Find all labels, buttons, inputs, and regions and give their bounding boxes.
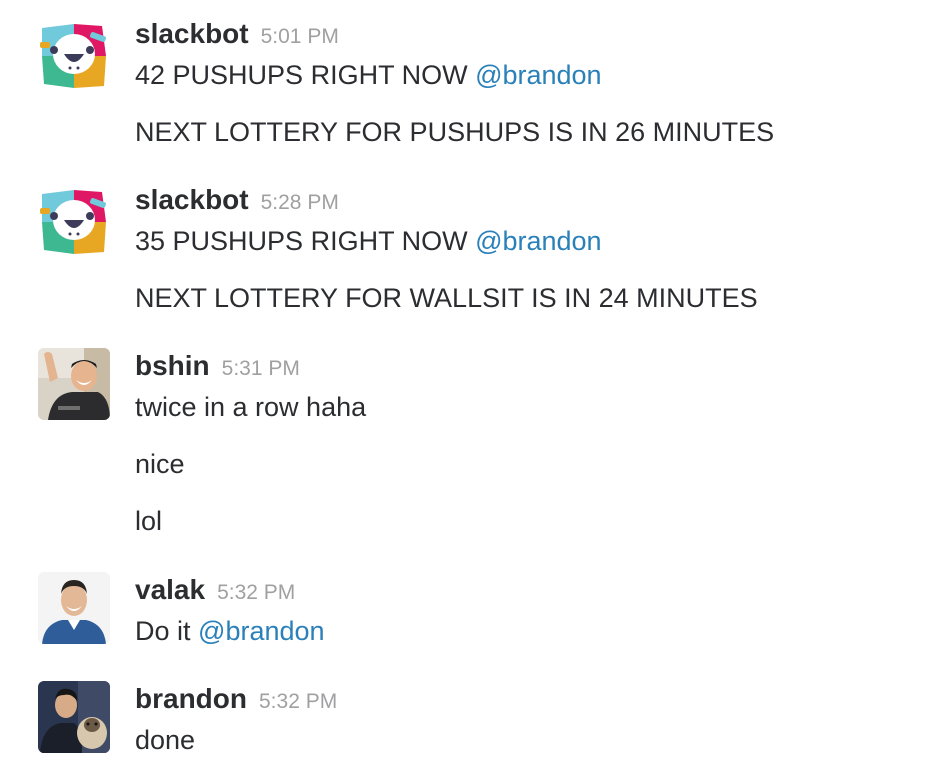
message-text: done — [135, 725, 195, 756]
slackbot-icon — [38, 20, 110, 92]
message-text: nice — [135, 449, 185, 480]
user-photo-icon — [38, 681, 110, 753]
message-text: NEXT LOTTERY FOR PUSHUPS IS IN 26 MINUTE… — [135, 117, 774, 148]
user-mention-link[interactable]: @brandon — [475, 60, 602, 90]
slackbot-avatar[interactable] — [38, 20, 110, 92]
user-mention-link[interactable]: @brandon — [475, 226, 602, 256]
sender-name[interactable]: slackbot — [135, 18, 249, 49]
message-timestamp[interactable]: 5:32 PM — [217, 581, 295, 604]
message-timestamp[interactable]: 5:32 PM — [259, 690, 337, 713]
message-group: bshin 5:31 PM twice in a row haha nice lo… — [0, 348, 932, 545]
message-group: valak 5:32 PM Do it @brandon — [0, 572, 932, 654]
brandon-avatar[interactable] — [38, 681, 110, 753]
message-group: slackbot 5:28 PM 35 PUSHUPS RIGHT NOW @br… — [0, 184, 932, 324]
message-timestamp[interactable]: 5:31 PM — [222, 357, 300, 380]
bshin-avatar[interactable] — [38, 348, 110, 420]
message-body: lol — [135, 506, 163, 536]
message-text: Do it @brandon — [135, 616, 325, 647]
message-body: twice in a row haha — [135, 392, 367, 422]
message-group: slackbot 5:01 PM 42 PUSHUPS RIGHT NOW @br… — [0, 18, 932, 158]
message-body: 42 PUSHUPS RIGHT NOW — [135, 60, 476, 90]
user-mention-link[interactable]: @brandon — [198, 616, 325, 646]
message-text: twice in a row haha — [135, 392, 366, 423]
message-header: slackbot 5:28 PM — [135, 184, 339, 224]
valak-avatar[interactable] — [38, 572, 110, 644]
message-body: nice — [135, 449, 185, 479]
sender-name[interactable]: bshin — [135, 350, 210, 381]
slackbot-avatar[interactable] — [38, 186, 110, 258]
message-timestamp[interactable]: 5:01 PM — [261, 25, 339, 48]
message-body: Do it — [135, 616, 199, 646]
user-photo-icon — [38, 348, 110, 420]
message-list: slackbot 5:01 PM 42 PUSHUPS RIGHT NOW @br… — [0, 0, 932, 784]
message-timestamp[interactable]: 5:28 PM — [261, 191, 339, 214]
sender-name[interactable]: valak — [135, 574, 205, 605]
message-header: slackbot 5:01 PM — [135, 18, 339, 58]
user-photo-icon — [38, 572, 110, 644]
sender-name[interactable]: brandon — [135, 683, 247, 714]
message-header: bshin 5:31 PM — [135, 350, 300, 390]
message-text: 42 PUSHUPS RIGHT NOW @brandon — [135, 60, 602, 91]
message-text: 35 PUSHUPS RIGHT NOW @brandon — [135, 226, 602, 257]
message-text: NEXT LOTTERY FOR WALLSIT IS IN 24 MINUTE… — [135, 283, 758, 314]
message-group: brandon 5:32 PM done — [0, 681, 932, 773]
message-body: done — [135, 725, 196, 755]
sender-name[interactable]: slackbot — [135, 184, 249, 215]
message-body: NEXT LOTTERY FOR PUSHUPS IS IN 26 MINUTE… — [135, 117, 775, 147]
message-body: 35 PUSHUPS RIGHT NOW — [135, 226, 476, 256]
slackbot-icon — [38, 186, 110, 258]
message-header: valak 5:32 PM — [135, 574, 295, 614]
message-text: lol — [135, 506, 162, 537]
message-header: brandon 5:32 PM — [135, 683, 337, 723]
message-body: NEXT LOTTERY FOR WALLSIT IS IN 24 MINUTE… — [135, 283, 758, 313]
